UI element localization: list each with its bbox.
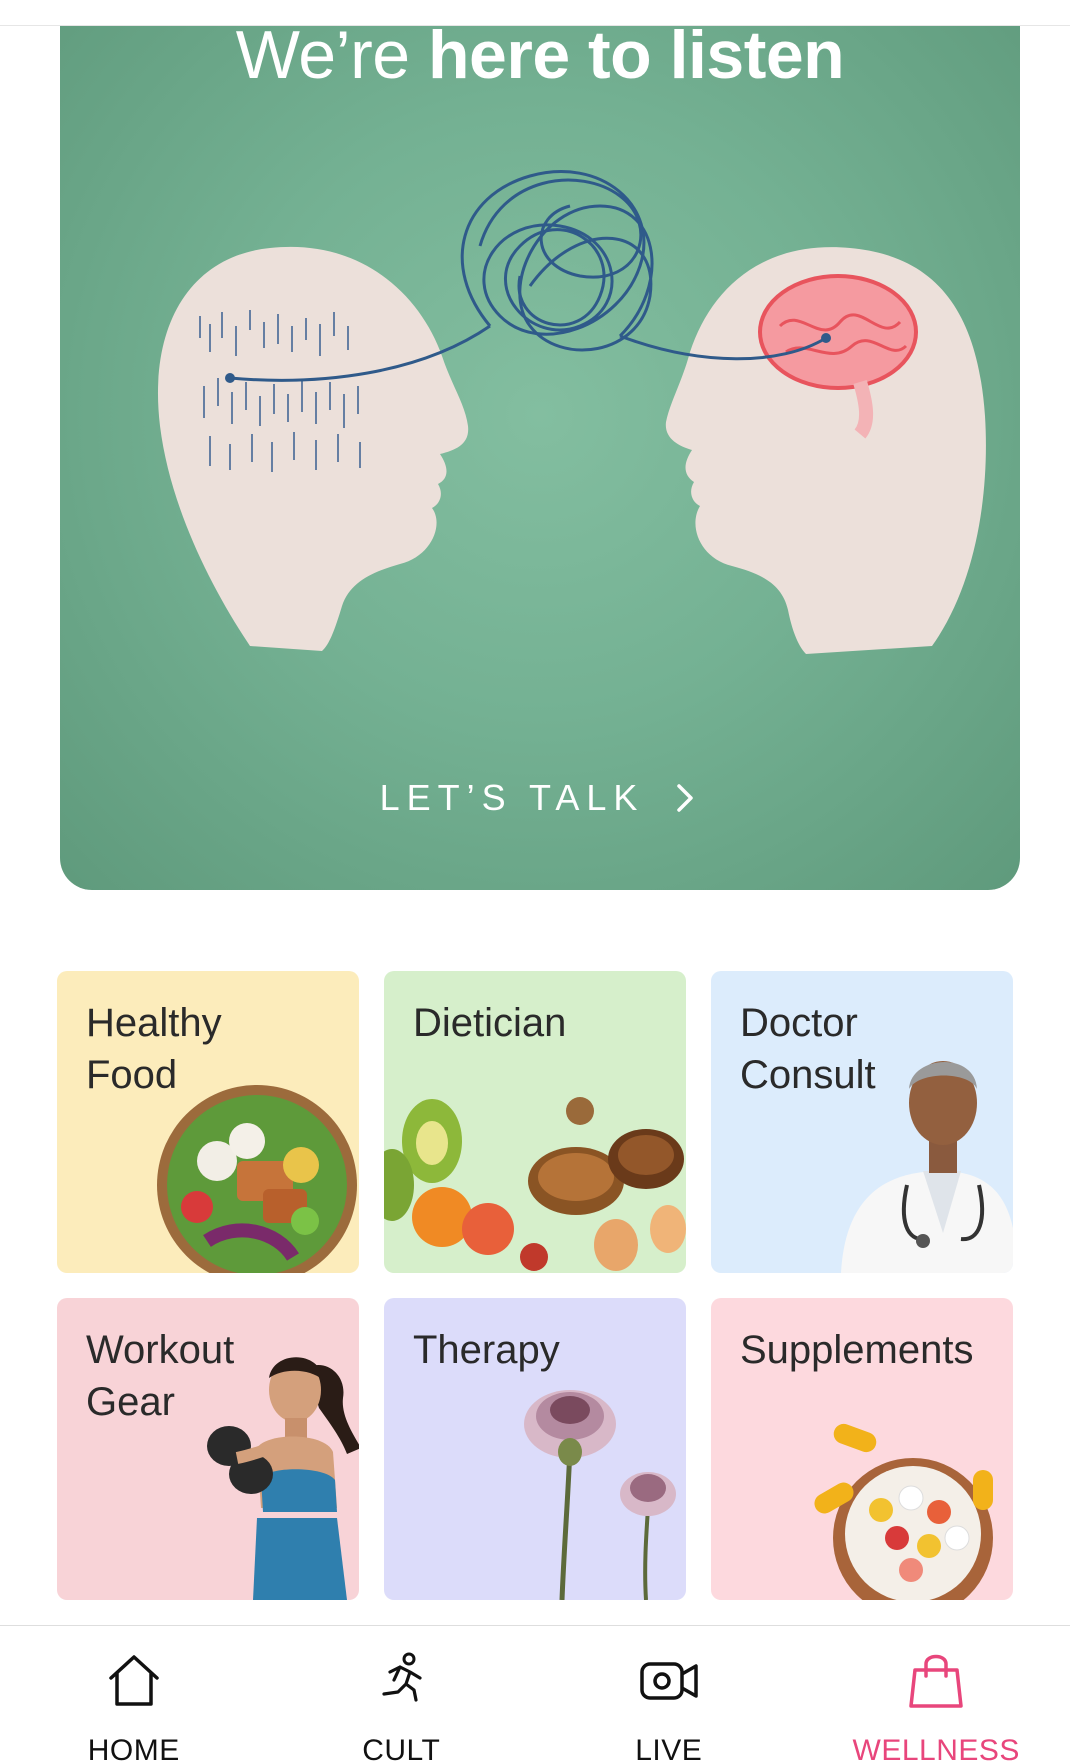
lets-talk-button[interactable]: LET’S TALK bbox=[60, 768, 1020, 828]
home-icon bbox=[103, 1650, 165, 1712]
tile-therapy[interactable]: Therapy bbox=[384, 1298, 686, 1600]
nav-label-live: LIVE bbox=[635, 1734, 703, 1763]
banner-title: We’re here to listen bbox=[60, 26, 1020, 100]
wellness-screen: We’re here to listen LET’S TALK Healthy … bbox=[0, 0, 1070, 1763]
tile-label-doctor-consult: Doctor Consult bbox=[740, 1001, 876, 1097]
lets-talk-label: LET’S TALK bbox=[379, 777, 645, 818]
wellness-category-grid: Healthy Food Dietician Doctor Consult Wo… bbox=[57, 971, 1014, 1600]
two-heads-illustration bbox=[157, 170, 986, 655]
nav-live[interactable]: LIVE bbox=[535, 1626, 803, 1763]
top-bar-divider bbox=[0, 0, 1070, 26]
chevron-right-icon bbox=[670, 780, 700, 816]
banner-title-light: We’re bbox=[235, 26, 428, 93]
nav-cult[interactable]: CULT bbox=[268, 1626, 536, 1763]
video-camera-icon bbox=[638, 1650, 700, 1712]
shopping-bag-icon bbox=[905, 1650, 967, 1712]
tile-label-dietician: Dietician bbox=[413, 1001, 567, 1045]
left-head-silhouette bbox=[157, 246, 469, 651]
tile-dietician[interactable]: Dietician bbox=[384, 971, 686, 1273]
tile-workout-gear[interactable]: Workout Gear bbox=[57, 1298, 359, 1600]
nav-wellness[interactable]: WELLNESS bbox=[803, 1626, 1070, 1763]
nav-label-cult: CULT bbox=[362, 1734, 441, 1763]
bottom-navigation: HOME CULT LIVE WELLNESS bbox=[0, 1625, 1070, 1763]
tile-label-supplements: Supplements bbox=[740, 1328, 974, 1372]
tile-label-healthy-food: Healthy Food bbox=[86, 1001, 222, 1097]
tile-doctor-consult[interactable]: Doctor Consult bbox=[711, 971, 1013, 1273]
tile-label-workout-gear: Workout Gear bbox=[86, 1328, 235, 1424]
banner-title-bold: here to listen bbox=[428, 26, 845, 93]
nav-label-wellness: WELLNESS bbox=[852, 1734, 1020, 1763]
therapy-banner[interactable]: We’re here to listen LET’S TALK bbox=[60, 26, 1020, 890]
tile-label-therapy: Therapy bbox=[413, 1328, 560, 1372]
nav-home[interactable]: HOME bbox=[0, 1626, 268, 1763]
nav-label-home: HOME bbox=[87, 1734, 180, 1763]
tile-healthy-food[interactable]: Healthy Food bbox=[57, 971, 359, 1273]
tile-supplements[interactable]: Supplements bbox=[711, 1298, 1013, 1600]
running-person-icon bbox=[370, 1650, 432, 1712]
